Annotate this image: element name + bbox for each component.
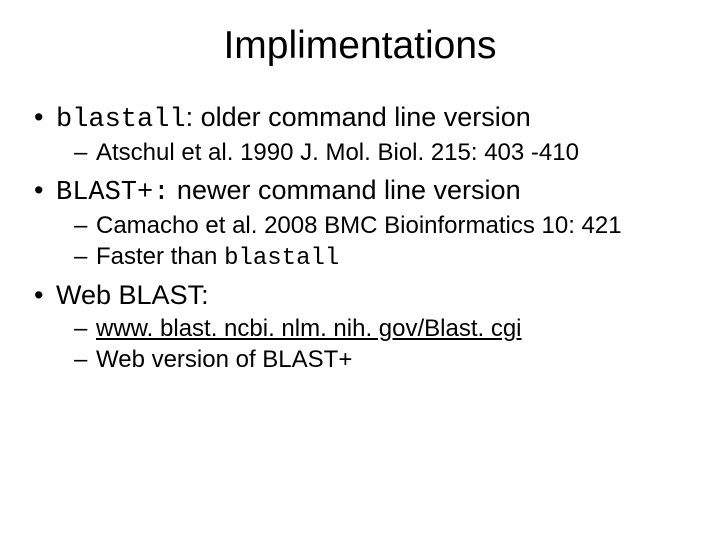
sub-text: Camacho et al. 2008 BMC Bioinformatics 1… bbox=[96, 212, 622, 239]
slide: Implimentations blastall: older command … bbox=[0, 0, 720, 540]
bullet-l2: Atschul et al. 1990 J. Mol. Biol. 215: 4… bbox=[34, 139, 686, 167]
sub-text: Atschul et al. 1990 J. Mol. Biol. 215: 4… bbox=[96, 139, 579, 166]
bullet-item: BLAST+: newer command line version Camac… bbox=[34, 175, 686, 272]
sub-text: Web version of BLAST+ bbox=[96, 346, 352, 373]
bullet-text: newer command line version bbox=[169, 175, 520, 205]
slide-title: Implimentations bbox=[34, 24, 686, 68]
bullet-l2: Faster than blastall bbox=[34, 243, 686, 272]
sub-text: Faster than bbox=[96, 243, 224, 270]
bullet-l1: Web BLAST: bbox=[34, 280, 686, 311]
bullet-list: blastall: older command line version Ats… bbox=[34, 102, 686, 374]
bullet-l1: BLAST+: newer command line version bbox=[34, 175, 686, 208]
bullet-l2: www. blast. ncbi. nlm. nih. gov/Blast. c… bbox=[34, 315, 686, 343]
bullet-l1: blastall: older command line version bbox=[34, 102, 686, 135]
bullet-text: : older command line version bbox=[186, 102, 531, 132]
code-token: blastall bbox=[224, 245, 339, 272]
bullet-l2: Web version of BLAST+ bbox=[34, 346, 686, 374]
bullet-item: blastall: older command line version Ats… bbox=[34, 102, 686, 167]
bullet-item: Web BLAST: www. blast. ncbi. nlm. nih. g… bbox=[34, 280, 686, 374]
code-token: blastall bbox=[56, 105, 186, 135]
code-token: BLAST+: bbox=[56, 178, 169, 208]
bullet-text: Web BLAST: bbox=[56, 280, 209, 310]
bullet-l2: Camacho et al. 2008 BMC Bioinformatics 1… bbox=[34, 212, 686, 240]
link-text[interactable]: www. blast. ncbi. nlm. nih. gov/Blast. c… bbox=[96, 315, 522, 342]
